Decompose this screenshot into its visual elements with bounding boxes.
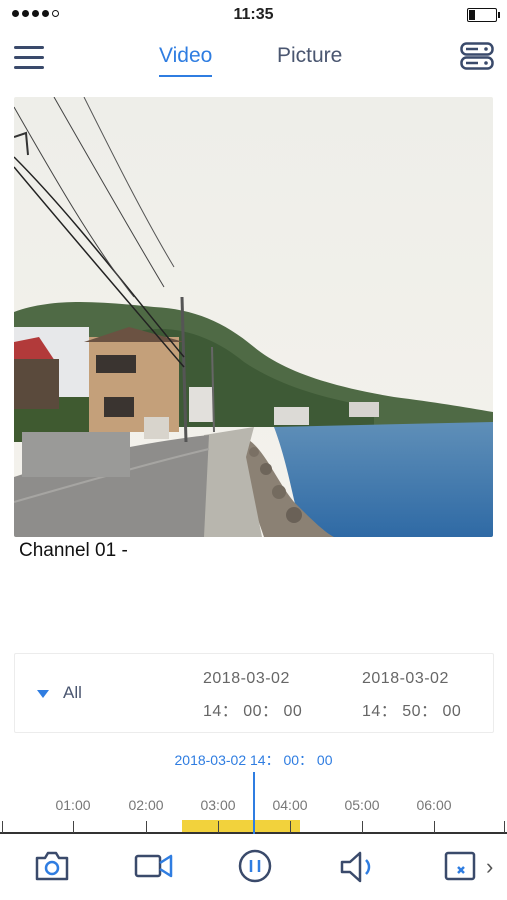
close-window-icon[interactable] [444, 850, 478, 887]
timeline-tick [218, 821, 219, 833]
top-nav: Video Picture [0, 34, 507, 82]
timeline-tick-label: 04:00 [272, 797, 308, 813]
playback-toolbar: › [0, 840, 507, 900]
start-date[interactable]: 2018-03-02 [203, 670, 290, 688]
timeline-tick [504, 821, 505, 833]
timeline-tick-label: 02:00 [128, 797, 164, 813]
end-time[interactable]: 14： 50： 00 [362, 697, 461, 721]
channel-label: Channel 01 - [19, 540, 128, 561]
timeline-tick-label: 01:00 [55, 797, 91, 813]
tab-picture[interactable]: Picture [277, 44, 342, 68]
timeline-tick [290, 821, 291, 833]
timeline-tick-label: 06:00 [416, 797, 452, 813]
timeline-tick-label: 03:00 [200, 797, 236, 813]
speaker-icon[interactable] [338, 850, 376, 889]
date-range-filter: All 2018-03-02 14： 00： 00 2018-03-02 14：… [14, 653, 494, 733]
record-type-select[interactable]: All [63, 683, 82, 703]
video-frame-image [14, 97, 493, 537]
hamburger-menu-icon[interactable] [14, 44, 44, 70]
tab-video[interactable]: Video [159, 44, 213, 77]
timeline-cursor[interactable] [253, 772, 255, 834]
video-player[interactable] [14, 97, 493, 537]
timeline-current-time: 2018-03-02 14： 00： 00 [174, 752, 333, 768]
status-bar: 11:35 [0, 0, 507, 30]
dropdown-arrow-icon[interactable] [37, 690, 49, 698]
timeline-tick-label: 05:00 [344, 797, 380, 813]
start-time[interactable]: 14： 00： 00 [203, 697, 302, 721]
camera-snapshot-icon[interactable] [34, 850, 70, 887]
end-date[interactable]: 2018-03-02 [362, 670, 449, 688]
chevron-right-icon[interactable]: › [486, 854, 493, 880]
video-record-icon[interactable] [134, 850, 174, 887]
server-list-icon[interactable] [460, 42, 494, 75]
pause-icon[interactable] [237, 848, 273, 889]
timeline-tick [362, 821, 363, 833]
timeline-tick [2, 821, 3, 833]
timeline-tick [434, 821, 435, 833]
battery-icon [467, 8, 500, 22]
timeline-tick [73, 821, 74, 833]
timeline-tick [146, 821, 147, 833]
status-time: 11:35 [233, 6, 274, 23]
